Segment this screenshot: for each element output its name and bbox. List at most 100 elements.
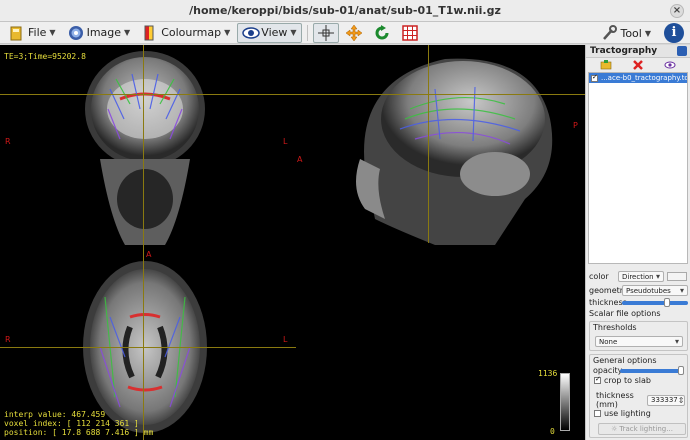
scale-min-label: 0	[550, 427, 555, 436]
intensity-scale-bar	[560, 373, 570, 431]
chevron-down-icon: ▼	[224, 28, 231, 37]
interp-value-readout: interp value: 467.459	[4, 410, 106, 419]
panel-close-icon[interactable]	[677, 46, 687, 56]
geometry-select-value: Pseudotubes	[626, 286, 671, 295]
chevron-down-icon: ▾	[655, 272, 660, 281]
color-label: color	[589, 272, 609, 281]
sagittal-orient-right: P	[573, 121, 578, 130]
main-toolbar: File ▼ Image ▼ Colourmap ▼ View ▼ Tool ▼…	[0, 22, 690, 44]
scale-max-label: 1136	[538, 369, 558, 378]
sagittal-orient-left: A	[297, 155, 303, 164]
chevron-down-icon: ▼	[124, 28, 131, 37]
voxel-index-readout: voxel index: [ 112 214 361 ]	[4, 419, 139, 428]
track-lighting-label: Track lighting...	[619, 425, 673, 433]
lighting-row: use lighting	[594, 409, 651, 418]
crosshair-icon	[317, 24, 334, 41]
toolbar-separator	[306, 24, 308, 41]
view-menu-button[interactable]: View ▼	[237, 22, 302, 43]
general-options-header: General options	[593, 356, 657, 365]
axial-orient-right: L	[283, 335, 288, 344]
image-menu-label: Image	[86, 26, 122, 39]
color-row: color Direction ▾	[589, 271, 687, 282]
color-swatch[interactable]	[667, 272, 687, 281]
track-visible-checkbox[interactable]	[591, 73, 598, 82]
general-options-group: General options opacity crop to slab thi…	[589, 354, 688, 438]
color-select[interactable]: Direction ▾	[618, 271, 664, 282]
slider-handle[interactable]	[663, 297, 670, 307]
colourmap-icon	[142, 25, 158, 41]
hide-eye-icon[interactable]	[664, 60, 676, 70]
tool-menu-button[interactable]: Tool ▼	[596, 23, 656, 43]
crosshair-horizontal-top	[0, 94, 585, 95]
chevron-down-icon: ▼	[644, 28, 651, 38]
track-lighting-button[interactable]: ☼ Track lighting...	[598, 423, 686, 435]
track-file-list[interactable]: ...ace-b0_tractography.tck	[588, 72, 688, 264]
chevron-down-icon: ▾	[674, 337, 679, 346]
crosshair-mode-button[interactable]	[312, 22, 339, 43]
position-readout: position: [ 17.8 688 7.416 ] mm	[4, 428, 154, 437]
crosshair-horizontal-bottom	[0, 347, 296, 348]
panel-toolbar	[586, 58, 690, 72]
pan-mode-button[interactable]	[341, 23, 367, 43]
window-titlebar: /home/keroppi/bids/sub-01/anat/sub-01_T1…	[0, 0, 690, 22]
geometry-label: geometry	[589, 286, 628, 295]
rotate-mode-button[interactable]	[369, 23, 395, 43]
te-time-label: TE=3;Time=95202.8	[4, 52, 86, 61]
panel-title: Tractography	[586, 45, 690, 58]
panel-title-text: Tractography	[590, 46, 658, 56]
lightbulb-icon: ☼	[611, 425, 618, 433]
crosshair-vertical-left	[143, 45, 144, 440]
axial-orient-left: R	[5, 335, 11, 344]
slab-thickness-row: thickness (mm) 333337 ⇕	[596, 391, 685, 409]
move-arrows-icon	[345, 24, 362, 41]
opacity-label: opacity	[593, 366, 623, 375]
thresholds-group: Thresholds None ▾	[589, 321, 688, 351]
axial-orient-top: A	[146, 250, 152, 259]
thickness-row: thickness	[589, 297, 688, 307]
slider-handle[interactable]	[678, 366, 684, 375]
tractography-panel: Tractography ...ace-b0_tractography.tck …	[585, 45, 690, 440]
list-item[interactable]: ...ace-b0_tractography.tck	[589, 73, 687, 83]
roi-mode-button[interactable]	[397, 23, 423, 43]
sagittal-slice	[356, 58, 553, 245]
chevron-down-icon: ▼	[49, 28, 56, 37]
slab-thickness-value: 333337	[651, 396, 678, 404]
grid-roi-icon	[401, 24, 418, 41]
slab-thickness-spinbox[interactable]: 333337 ⇕	[647, 394, 685, 406]
use-lighting-label: use lighting	[604, 409, 651, 418]
colourmap-menu-label: Colourmap	[161, 26, 222, 39]
thresholds-select[interactable]: None ▾	[595, 336, 683, 347]
crop-to-slab-checkbox[interactable]	[594, 375, 601, 384]
crop-to-slab-label: crop to slab	[604, 376, 651, 385]
color-select-value: Direction	[622, 272, 654, 281]
image-viewer[interactable]: TE=3;Time=95202.8 interp value: 467.459 …	[0, 45, 585, 440]
chevron-down-icon: ▾	[679, 286, 684, 295]
opacity-slider[interactable]	[620, 366, 684, 375]
file-menu-button[interactable]: File ▼	[4, 23, 61, 43]
coronal-orient-right: L	[283, 137, 288, 146]
image-menu-button[interactable]: Image ▼	[63, 23, 136, 43]
thickness-slider[interactable]	[622, 297, 688, 307]
window-close-button[interactable]: ×	[670, 4, 684, 18]
crop-slab-row: crop to slab	[594, 375, 651, 385]
tool-menu-label: Tool	[620, 26, 642, 40]
chevron-down-icon: ▼	[290, 28, 297, 37]
coronal-slice	[85, 51, 205, 245]
spinner-arrows-icon: ⇕	[677, 395, 685, 405]
axial-slice	[83, 261, 207, 433]
view-menu-label: View	[261, 26, 288, 39]
file-menu-label: File	[28, 26, 47, 39]
brain-icon	[68, 25, 84, 41]
thickness-label: thickness	[589, 298, 627, 307]
eye-icon	[242, 25, 261, 41]
crosshair-vertical-right	[428, 45, 429, 243]
colourmap-menu-button[interactable]: Colourmap ▼	[137, 23, 235, 43]
thresholds-select-value: None	[599, 337, 618, 346]
info-icon[interactable]: i	[664, 23, 684, 43]
open-folder-icon[interactable]	[600, 60, 612, 70]
wrench-icon	[601, 25, 618, 41]
close-track-icon[interactable]	[632, 60, 644, 70]
use-lighting-checkbox[interactable]	[594, 410, 601, 417]
rotate-arrow-icon	[374, 24, 390, 41]
geometry-select[interactable]: Pseudotubes ▾	[622, 285, 688, 296]
